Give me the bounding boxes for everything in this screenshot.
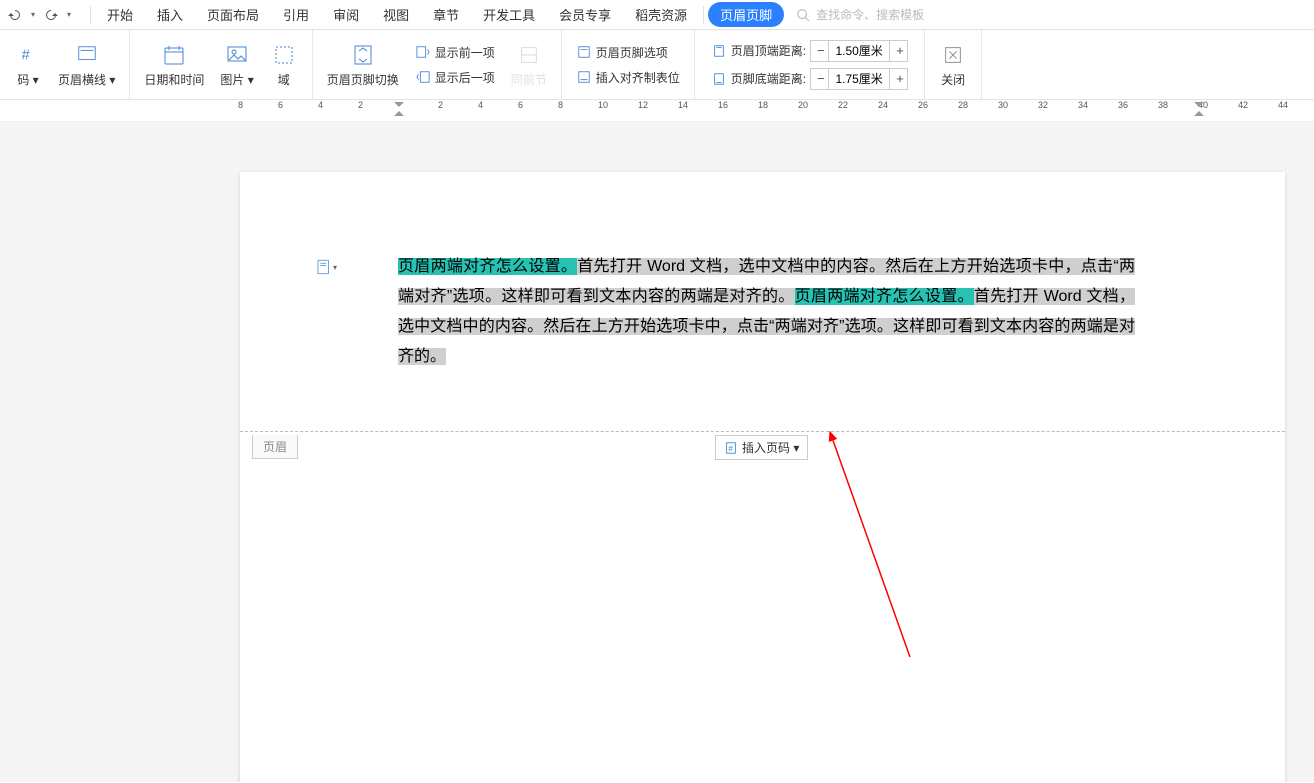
nav-buttons: 显示前一项 显示后一项 [411,42,499,88]
footer-distance-input[interactable] [829,69,889,89]
group-insert: 日期和时间 图片 ▾ 域 [130,30,312,99]
picture-label: 图片 ▾ [220,71,253,88]
undo-button[interactable] [4,4,26,26]
insert-tabstop-label: 插入对齐制表位 [596,69,680,86]
page-number-button[interactable]: # 码 ▾ [10,39,46,90]
decrement-button[interactable]: − [811,41,829,61]
header-distance-icon [711,43,727,59]
datetime-label: 日期和时间 [144,71,204,88]
title-bar: ▾ ▾ 开始 插入 页面布局 引用 审阅 视图 章节 开发工具 会员专享 稻壳资… [0,0,1314,30]
divider [703,6,704,24]
decrement-button[interactable]: − [811,69,829,89]
insert-tabstop-button[interactable]: 插入对齐制表位 [572,67,684,88]
increment-button[interactable]: + [889,41,907,61]
tab-member[interactable]: 会员专享 [547,0,623,30]
group-pagenumber: # 码 ▾ 页眉横线 ▾ [0,30,130,99]
hf-options-label: 页眉页脚选项 [596,44,668,61]
header-line-icon [73,41,101,69]
same-as-previous-button: 同前节 [507,39,551,90]
tab-start[interactable]: 开始 [95,0,145,30]
footer-distance-stepper[interactable]: − + [810,68,908,90]
quick-access-toolbar: ▾ ▾ [4,4,74,26]
document-canvas: ▾ 页眉两端对齐怎么设置。首先打开 Word 文档，选中文档中的内容。然后在上方… [0,122,1314,782]
footer-distance-row: 页脚底端距离: − + [711,68,908,90]
same-prev-label: 同前节 [511,71,547,88]
page-number-icon: # [724,441,738,455]
tab-reference[interactable]: 引用 [271,0,321,30]
field-label: 域 [278,71,290,88]
redo-button[interactable] [40,4,62,26]
group-distance: 页眉顶端距离: − + 页脚底端距离: − + [695,30,925,99]
hf-options-button[interactable]: 页眉页脚选项 [572,42,684,63]
show-next-label: 显示后一项 [435,69,495,86]
header-line-button[interactable]: 页眉横线 ▾ [54,39,119,90]
header-distance-stepper[interactable]: − + [810,40,908,62]
tab-resource[interactable]: 稻壳资源 [623,0,699,30]
show-next-button[interactable]: 显示后一项 [411,67,499,88]
close-label: 关闭 [941,71,965,88]
picture-icon [223,41,251,69]
group-navigation: 页眉页脚切换 显示前一项 显示后一项 同前节 [313,30,562,99]
command-search[interactable] [796,7,954,23]
page-number-label: 码 ▾ [17,71,38,88]
close-icon [939,41,967,69]
show-previous-label: 显示前一项 [435,44,495,61]
tab-layout[interactable]: 页面布局 [195,0,271,30]
footer-distance-label: 页脚底端距离: [731,70,806,87]
qat-customize[interactable]: ▾ [64,10,74,19]
calendar-icon [160,41,188,69]
field-button[interactable]: 域 [266,39,302,90]
link-icon [515,41,543,69]
chevron-down-icon: ▾ [333,263,337,272]
header-distance-input[interactable] [829,41,889,61]
annotation-arrow [820,427,940,667]
options-icon [576,44,592,60]
tab-insert[interactable]: 插入 [145,0,195,30]
search-icon [796,8,810,22]
horizontal-ruler[interactable]: 8642246810121416182022242628303234363840… [0,100,1314,122]
previous-icon [415,44,431,60]
search-input[interactable] [814,7,954,23]
hash-icon: # [14,41,42,69]
header-line-label: 页眉横线 ▾ [58,71,115,88]
ribbon-tabs: 开始 插入 页面布局 引用 审阅 视图 章节 开发工具 会员专享 稻壳资源 页眉… [95,0,784,30]
highlighted-text-1: 页眉两端对齐怎么设置。 [398,258,577,275]
insert-page-number-button[interactable]: # 插入页码 ▾ [715,435,808,460]
picture-button[interactable]: 图片 ▾ [216,39,257,90]
header-text-content[interactable]: 页眉两端对齐怎么设置。首先打开 Word 文档，选中文档中的内容。然后在上方开始… [398,252,1135,372]
undo-dropdown[interactable]: ▾ [28,10,38,19]
group-close: 关闭 [925,30,982,99]
header-region-label: 页眉 [252,435,298,459]
next-icon [415,69,431,85]
datetime-button[interactable]: 日期和时间 [140,39,208,90]
field-icon [270,41,298,69]
switch-icon [349,41,377,69]
tab-header-footer[interactable]: 页眉页脚 [708,2,784,27]
svg-text:#: # [22,48,31,64]
show-previous-button[interactable]: 显示前一项 [411,42,499,63]
tab-chapter[interactable]: 章节 [421,0,471,30]
header-options-icon[interactable]: ▾ [315,256,337,278]
hf-switch-button[interactable]: 页眉页脚切换 [323,39,403,90]
tab-developer[interactable]: 开发工具 [471,0,547,30]
tab-review[interactable]: 审阅 [321,0,371,30]
hf-switch-label: 页眉页脚切换 [327,71,399,88]
header-edit-zone[interactable]: ▾ 页眉两端对齐怎么设置。首先打开 Word 文档，选中文档中的内容。然后在上方… [240,172,1285,432]
highlighted-text-2: 页眉两端对齐怎么设置。 [795,288,974,305]
increment-button[interactable]: + [889,69,907,89]
divider [90,6,91,24]
insert-page-number-label: 插入页码 ▾ [742,439,799,456]
svg-text:#: # [728,444,733,453]
header-distance-row: 页眉顶端距离: − + [711,40,908,62]
tabstop-icon [576,69,592,85]
tab-view[interactable]: 视图 [371,0,421,30]
header-distance-label: 页眉顶端距离: [731,42,806,59]
close-hf-button[interactable]: 关闭 [935,39,971,90]
page[interactable]: ▾ 页眉两端对齐怎么设置。首先打开 Word 文档，选中文档中的内容。然后在上方… [240,172,1285,782]
footer-distance-icon [711,71,727,87]
group-options: 页眉页脚选项 插入对齐制表位 [562,30,695,99]
ribbon: # 码 ▾ 页眉横线 ▾ 日期和时间 图片 ▾ 域 页眉页脚切换 [0,30,1314,100]
